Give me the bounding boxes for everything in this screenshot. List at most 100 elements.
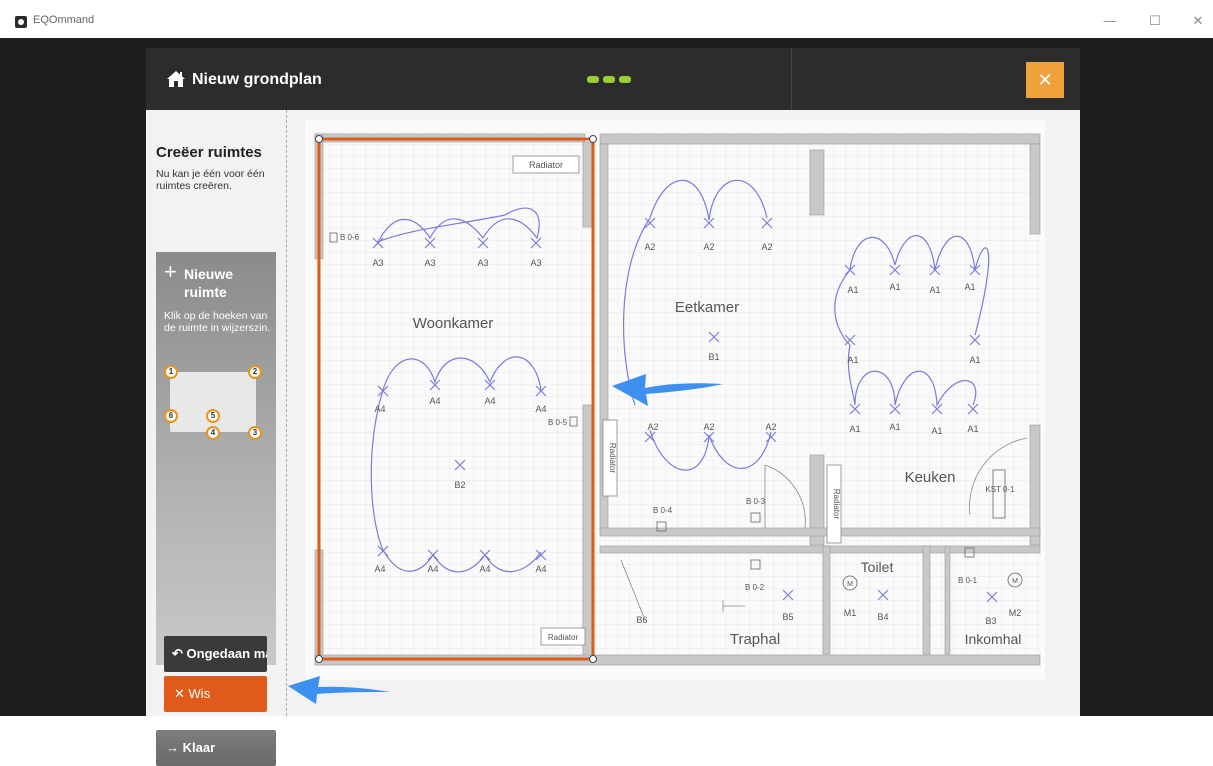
corner-marker: 1 [164,365,178,379]
new-room-panel[interactable]: + Nieuwe ruimte Klik op de hoeken van de… [156,252,276,665]
fixture-label: A4 [535,404,546,414]
corner-marker: 3 [248,426,262,440]
arrow-right-icon: → [166,740,179,755]
fixture-label: A2 [644,242,655,252]
corner-marker: 5 [206,409,220,423]
fixture-label: A4 [535,564,546,574]
fixture-label: A1 [931,426,942,436]
progress-indicator [587,76,631,83]
fixture-label: A1 [967,424,978,434]
done-button[interactable]: → Klaar [156,730,276,766]
radiator-label: Radiator [832,489,841,520]
room-corner-diagram [170,372,256,432]
undo-button[interactable]: ↶ Ongedaan maken [164,636,267,672]
corner-handle [589,655,597,663]
undo-label: Ongedaan maken [186,646,267,661]
meter-label: M [847,581,853,588]
progress-step [619,76,631,83]
fixture-label: A3 [424,258,435,268]
switch-label: B 0-4 [653,506,673,515]
fixture-label: B4 [877,612,888,622]
window-close-button[interactable]: ✕ [1183,10,1213,32]
fixture-label: A1 [889,282,900,292]
annotation-arrow-icon [288,676,390,704]
maximize-button[interactable]: ☐ [1140,10,1170,32]
fixture-label: A2 [703,242,714,252]
fixture-label: M1 [844,608,857,618]
fixture-label: A4 [374,564,385,574]
fixture-label: A1 [847,285,858,295]
corner-marker: 4 [206,426,220,440]
switch-label: B 0-3 [746,497,766,506]
minimize-button[interactable]: — [1095,10,1125,32]
room-label-traphal: Traphal [730,631,780,648]
room-label-inkomhal: Inkomhal [965,631,1022,647]
corner-handle [589,135,597,143]
dialog-header: Nieuw grondplan ✕ [146,48,1080,110]
fixture-label: A4 [427,564,438,574]
close-dialog-button[interactable]: ✕ [1026,62,1064,98]
home-icon [167,71,185,87]
fixture-label: A3 [530,258,541,268]
corner-marker: 2 [248,365,262,379]
progress-step [603,76,615,83]
clear-button[interactable]: ✕ Wis [164,676,267,712]
kst-label: KST 0-1 [985,485,1015,494]
progress-step [587,76,599,83]
fixture-label: A2 [703,422,714,432]
fixture-label: A1 [964,282,975,292]
fixture-label: A1 [847,355,858,365]
radiator-label: Radiator [529,160,563,170]
fixture-label: B3 [985,616,996,626]
done-label: Klaar [182,740,216,755]
fixture-label: A1 [849,424,860,434]
meter-label: M [1012,578,1018,585]
app-logo-icon [15,16,27,28]
new-room-title: Nieuwe ruimte [184,266,234,300]
corner-handle [315,655,323,663]
corner-marker: 6 [164,409,178,423]
switch-label: B 0-1 [958,576,978,585]
fixture-label: B6 [636,615,647,625]
fixture-label: A1 [889,422,900,432]
fixture-label: A4 [374,404,385,414]
fixture-label: A1 [929,285,940,295]
sidebar-title: Creëer ruimtes [156,144,262,161]
header-divider [791,48,792,110]
fixture-label: B1 [708,352,719,362]
page-title: Nieuw grondplan [192,71,322,88]
room-label-toilet: Toilet [861,559,894,575]
fixture-label: A3 [477,258,488,268]
switch-label: B 0-2 [745,583,765,592]
room-label-woonkamer: Woonkamer [413,315,494,332]
fixture-label: B2 [454,480,465,490]
radiator-label: Radiator [608,443,617,474]
sidebar: Creëer ruimtes Nu kan je één voor één ru… [146,110,286,766]
fixture-label: A1 [969,355,980,365]
switch-label: B 0-5 [548,418,568,427]
sidebar-description: Nu kan je één voor één ruimtes creëren. [156,168,265,192]
room-label-eetkamer: Eetkamer [675,299,739,316]
fixture-label: A2 [761,242,772,252]
plus-icon: + [164,259,177,284]
fixture-label: A2 [647,422,658,432]
new-room-instructions: Klik op de hoeken van de ruimte in wijze… [164,310,271,334]
undo-icon: ↶ [172,646,183,661]
switch-label: B 0-6 [340,233,360,242]
fixture-label: M2 [1009,608,1022,618]
clear-label: Wis [188,686,211,701]
fixture-label: A4 [484,396,495,406]
sidebar-divider [286,110,287,716]
room-label-keuken: Keuken [905,469,956,486]
clear-icon: ✕ [174,686,185,701]
fixture-label: A4 [479,564,490,574]
fixture-label: B5 [782,612,793,622]
fixture-label: A3 [372,258,383,268]
fixture-label: A4 [429,396,440,406]
window-titlebar: EQOmmand — ☐ ✕ [0,0,1213,38]
radiator-label: Radiator [548,633,579,642]
app-title: EQOmmand [33,14,95,26]
annotation-arrow-icon [612,374,723,406]
fixture-label: A2 [765,422,776,432]
corner-handle [315,135,323,143]
